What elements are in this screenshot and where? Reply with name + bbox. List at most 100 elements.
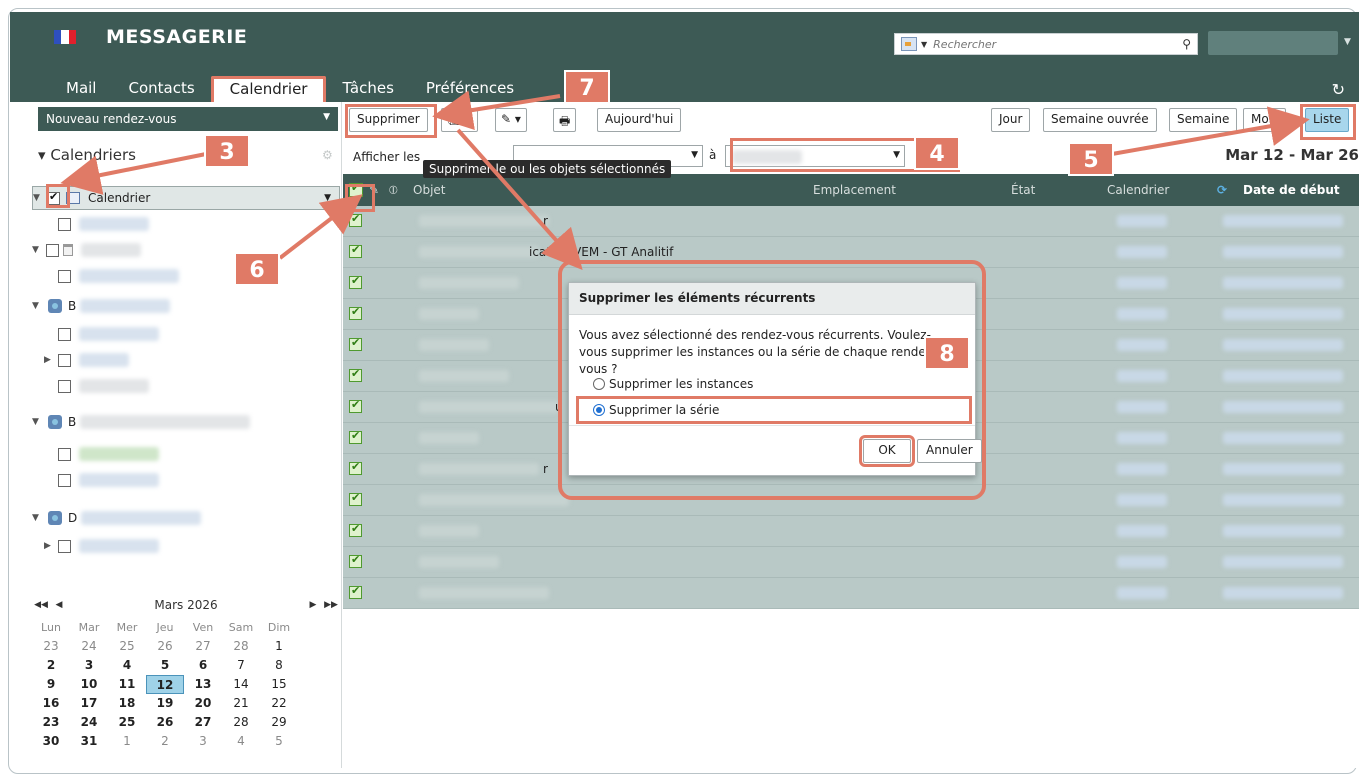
calendar-checkbox[interactable] xyxy=(46,243,59,257)
column-start-date[interactable]: Date de début xyxy=(1243,183,1340,197)
mini-calendar-day[interactable]: 29 xyxy=(260,713,298,732)
row-checkbox[interactable] xyxy=(349,274,362,289)
calendar-tree-row[interactable] xyxy=(32,212,340,236)
mini-calendar-day[interactable]: 3 xyxy=(184,732,222,751)
mini-calendar-day[interactable]: 24 xyxy=(70,713,108,732)
chevron-down-icon[interactable]: ▼ xyxy=(324,193,331,203)
table-row[interactable] xyxy=(343,547,1359,578)
mini-calendar-day[interactable]: 23 xyxy=(32,713,70,732)
gear-icon[interactable]: ⚙ xyxy=(322,148,333,162)
tag-button[interactable]: ✎ ▾ xyxy=(495,108,527,132)
mini-calendar-day[interactable]: 20 xyxy=(184,694,222,713)
mini-calendar-day[interactable]: 14 xyxy=(222,675,260,694)
trash-tree-row[interactable]: ▼ xyxy=(32,238,340,262)
mini-calendar-day[interactable]: 19 xyxy=(146,694,184,713)
calendar-tree-row[interactable]: ▶ xyxy=(32,534,340,558)
expand-triangle-icon[interactable]: ▶ xyxy=(44,355,56,365)
user-menu[interactable] xyxy=(1208,31,1338,55)
row-checkbox[interactable] xyxy=(349,584,362,599)
attachment-column-icon[interactable]: ⦶ xyxy=(389,183,398,198)
expand-triangle-icon[interactable]: ▼ xyxy=(32,513,44,523)
next-year-button[interactable]: ▶▶ xyxy=(322,600,340,610)
radio-delete-instances[interactable] xyxy=(593,378,605,390)
row-checkbox[interactable] xyxy=(349,460,362,475)
mini-calendar-day[interactable]: 31 xyxy=(70,732,108,751)
ok-button[interactable]: OK xyxy=(859,435,915,467)
calendar-tree-row[interactable] xyxy=(32,468,340,492)
expand-triangle-icon[interactable]: ▼ xyxy=(33,193,45,203)
column-status[interactable]: État xyxy=(1011,183,1035,197)
expand-triangle-icon[interactable]: ▶ xyxy=(44,541,56,551)
shared-group-row[interactable]: ▼ B xyxy=(32,294,340,318)
mini-calendar-day[interactable]: 16 xyxy=(32,694,70,713)
mini-calendar-day[interactable]: 30 xyxy=(32,732,70,751)
mini-calendar-day[interactable]: 13 xyxy=(184,675,222,694)
row-checkbox[interactable] xyxy=(349,212,362,227)
mini-calendar-day[interactable]: 25 xyxy=(108,637,146,656)
row-checkbox[interactable] xyxy=(349,429,362,444)
row-checkbox[interactable] xyxy=(349,398,362,413)
view-day-button[interactable]: Jour xyxy=(991,108,1031,132)
mini-calendar-day[interactable]: 2 xyxy=(146,732,184,751)
cancel-button[interactable]: Annuler xyxy=(917,439,982,463)
prev-year-button[interactable]: ◀◀ xyxy=(32,600,50,610)
expand-triangle-icon[interactable]: ▼ xyxy=(32,417,44,427)
table-row[interactable] xyxy=(343,516,1359,547)
mini-calendar-day[interactable]: 27 xyxy=(184,713,222,732)
mini-calendar-day[interactable]: 5 xyxy=(146,656,184,675)
mini-calendar-day[interactable]: 4 xyxy=(222,732,260,751)
expand-triangle-icon[interactable]: ▼ xyxy=(32,301,44,311)
calendar-tree-row[interactable] xyxy=(32,442,340,466)
mini-calendar-day[interactable]: 10 xyxy=(70,675,108,694)
row-checkbox[interactable] xyxy=(349,553,362,568)
view-week-button[interactable]: Semaine xyxy=(1169,108,1238,132)
mini-calendar-day[interactable]: 11 xyxy=(108,675,146,694)
prev-month-button[interactable]: ◀ xyxy=(50,600,68,610)
calendar-checkbox[interactable] xyxy=(58,217,71,231)
row-checkbox[interactable] xyxy=(349,305,362,320)
refresh-icon[interactable]: ↻ xyxy=(1332,80,1345,99)
mini-calendar-day[interactable]: 23 xyxy=(32,637,70,656)
tab-tasks[interactable]: Tâches xyxy=(326,76,409,102)
column-subject[interactable]: Objet xyxy=(413,183,445,197)
calendar-scope-icon[interactable] xyxy=(901,37,917,51)
today-button[interactable]: Aujourd'hui xyxy=(597,108,682,132)
mini-calendar-day[interactable]: 18 xyxy=(108,694,146,713)
table-row[interactable]: r xyxy=(343,206,1359,237)
mini-calendar-day[interactable]: 28 xyxy=(222,713,260,732)
next-month-button[interactable]: ▶ xyxy=(304,600,322,610)
calendar-tree-row-main[interactable]: ▼ Calendrier ▼ xyxy=(32,186,340,210)
row-checkbox[interactable] xyxy=(349,491,362,506)
mini-calendar-day[interactable]: 2 xyxy=(32,656,70,675)
calendar-checkbox[interactable] xyxy=(58,473,71,487)
print-options-button[interactable]: 🖨 ▾ xyxy=(441,108,479,132)
mini-calendar-day[interactable]: 15 xyxy=(260,675,298,694)
mini-calendar-day[interactable]: 7 xyxy=(222,656,260,675)
search-input[interactable] xyxy=(933,37,1154,51)
mini-calendar-day[interactable]: 26 xyxy=(146,713,184,732)
sync-icon[interactable]: ⟳ xyxy=(1217,183,1227,197)
calendar-checkbox[interactable] xyxy=(58,447,71,461)
tab-calendar[interactable]: Calendrier xyxy=(210,76,327,102)
search-icon[interactable]: ⚲ xyxy=(1182,37,1191,51)
tab-contacts[interactable]: Contacts xyxy=(112,76,210,102)
tab-preferences[interactable]: Préférences xyxy=(410,76,530,102)
calendar-checkbox[interactable] xyxy=(58,269,71,283)
mini-calendar-day[interactable]: 5 xyxy=(260,732,298,751)
search-box[interactable]: ▼ ⚲ xyxy=(894,33,1198,55)
calendar-checkbox[interactable] xyxy=(58,353,71,367)
row-checkbox[interactable] xyxy=(349,336,362,351)
view-workweek-button[interactable]: Semaine ouvrée xyxy=(1043,108,1157,132)
mini-calendar-day[interactable]: 8 xyxy=(260,656,298,675)
calendar-checkbox[interactable] xyxy=(58,379,71,393)
chevron-down-icon[interactable]: ▼ xyxy=(323,112,330,122)
chevron-down-icon[interactable]: ▼ xyxy=(1344,37,1351,47)
mini-calendar-day[interactable]: 9 xyxy=(32,675,70,694)
mini-calendar-day[interactable]: 25 xyxy=(108,713,146,732)
calendar-checkbox[interactable] xyxy=(58,327,71,341)
tab-mail[interactable]: Mail xyxy=(10,76,112,102)
mini-calendar-day[interactable]: 1 xyxy=(108,732,146,751)
mini-calendar-day[interactable]: 21 xyxy=(222,694,260,713)
mini-calendar-day[interactable]: 3 xyxy=(70,656,108,675)
table-row[interactable] xyxy=(343,578,1359,609)
